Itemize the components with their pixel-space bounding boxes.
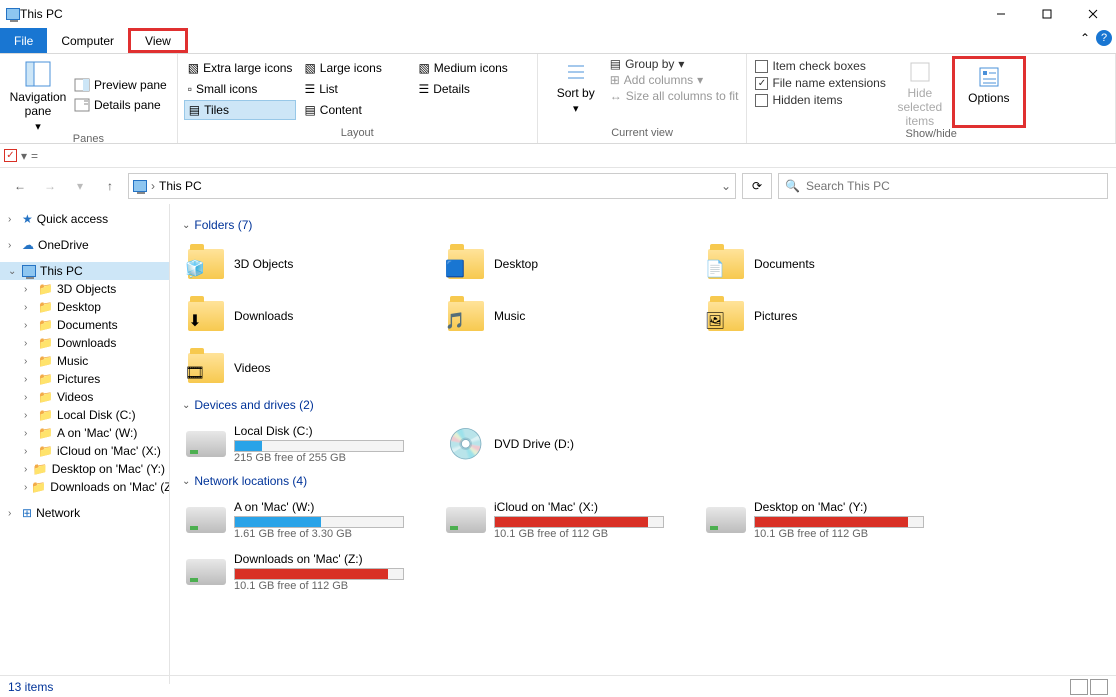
refresh-button[interactable]: ⟳	[742, 173, 772, 199]
folder-tile[interactable]: 🎵Music	[442, 292, 692, 340]
folder-tile[interactable]: ⬇Downloads	[182, 292, 432, 340]
up-button[interactable]: ↑	[98, 174, 122, 198]
forward-button[interactable]: →	[38, 174, 62, 198]
tree-item[interactable]: ›📁Desktop on 'Mac' (Y:)	[0, 460, 169, 478]
search-icon: 🔍	[785, 179, 800, 193]
window-title: This PC	[20, 7, 978, 21]
help-icon[interactable]: ?	[1096, 30, 1112, 46]
folder-tile[interactable]: 🎞Videos	[182, 344, 432, 392]
sort-icon	[564, 60, 588, 84]
tree-onedrive[interactable]: ›☁OneDrive	[0, 236, 169, 254]
drive-tile[interactable]: 💿DVD Drive (D:)	[442, 420, 692, 468]
status-item-count: 13 items	[8, 680, 53, 694]
minimize-button[interactable]	[978, 0, 1024, 28]
tree-item[interactable]: ›📁A on 'Mac' (W:)	[0, 424, 169, 442]
folder-tile[interactable]: 🖼Pictures	[702, 292, 952, 340]
layout-content[interactable]: ▤Content	[300, 100, 410, 120]
tree-item[interactable]: ›📁iCloud on 'Mac' (X:)	[0, 442, 169, 460]
tree-item[interactable]: ›📁Music	[0, 352, 169, 370]
navigation-bar: ← → ▾ ↑ › This PC ⌄ ⟳ 🔍	[0, 168, 1116, 204]
section-folders[interactable]: ⌄Folders (7)	[182, 218, 1104, 232]
folder-tile[interactable]: 🟦Desktop	[442, 240, 692, 288]
drive-tile[interactable]: Downloads on 'Mac' (Z:)10.1 GB free of 1…	[182, 548, 432, 596]
drive-tile[interactable]: iCloud on 'Mac' (X:)10.1 GB free of 112 …	[442, 496, 692, 544]
layout-large[interactable]: ▧Large icons	[300, 58, 410, 78]
tree-item[interactable]: ›📁Pictures	[0, 370, 169, 388]
close-button[interactable]	[1070, 0, 1116, 28]
folder-tile[interactable]: 🧊3D Objects	[182, 240, 432, 288]
content-area: ⌄Folders (7) 🧊3D Objects🟦Desktop📄Documen…	[170, 204, 1116, 684]
drive-tile[interactable]: Desktop on 'Mac' (Y:)10.1 GB free of 112…	[702, 496, 952, 544]
group-panes-label: Panes	[6, 133, 171, 145]
breadcrumb-this-pc[interactable]: This PC	[159, 179, 202, 193]
view-details-button[interactable]	[1070, 679, 1088, 695]
section-network-locations[interactable]: ⌄Network locations (4)	[182, 474, 1104, 488]
details-pane-button[interactable]: Details pane	[70, 96, 171, 114]
tree-this-pc[interactable]: ⌄This PC	[0, 262, 169, 280]
layout-extra-large[interactable]: ▧Extra large icons	[184, 58, 297, 78]
options-icon	[977, 65, 1001, 89]
tab-view[interactable]: View	[128, 28, 188, 53]
address-dropdown-icon[interactable]: ⌄	[721, 179, 731, 193]
group-current-view-label: Current view	[544, 127, 741, 143]
item-checkboxes-toggle[interactable]: Item check boxes	[753, 58, 887, 74]
hidden-items-toggle[interactable]: Hidden items	[753, 92, 887, 108]
tree-item[interactable]: ›📁Downloads	[0, 334, 169, 352]
tree-item[interactable]: ›📁Local Disk (C:)	[0, 406, 169, 424]
tree-item[interactable]: ›📁Downloads on 'Mac' (Z:)	[0, 478, 169, 496]
this-pc-icon	[6, 8, 20, 20]
layout-small[interactable]: ▫Small icons	[184, 79, 297, 99]
quick-access-toolbar: ✓ ▾ =	[0, 144, 1116, 168]
layout-details[interactable]: ☰Details	[414, 79, 524, 99]
tab-file[interactable]: File	[0, 28, 47, 53]
search-box[interactable]: 🔍	[778, 173, 1108, 199]
section-drives[interactable]: ⌄Devices and drives (2)	[182, 398, 1104, 412]
file-extensions-toggle[interactable]: ✓File name extensions	[753, 75, 887, 91]
preview-pane-button[interactable]: Preview pane	[70, 76, 171, 94]
drive-tile[interactable]: Local Disk (C:)215 GB free of 255 GB	[182, 420, 432, 468]
group-by-button[interactable]: ▤Group by ▾	[608, 56, 741, 72]
recent-locations-button[interactable]: ▾	[68, 174, 92, 198]
sort-by-button[interactable]: Sort by▾	[544, 56, 608, 127]
add-columns-button[interactable]: ⊞Add columns ▾	[608, 72, 741, 88]
maximize-button[interactable]	[1024, 0, 1070, 28]
back-button[interactable]: ←	[8, 174, 32, 198]
group-layout-label: Layout	[184, 127, 531, 143]
title-bar: This PC	[0, 0, 1116, 28]
tree-item[interactable]: ›📁Documents	[0, 316, 169, 334]
drive-tile[interactable]: A on 'Mac' (W:)1.61 GB free of 3.30 GB	[182, 496, 432, 544]
qat-dropdown-icon[interactable]: ▾	[21, 149, 27, 163]
address-icon	[133, 180, 147, 192]
layout-medium[interactable]: ▧Medium icons	[414, 58, 524, 78]
ribbon-collapse-icon[interactable]: ⌃	[1080, 31, 1090, 45]
view-large-button[interactable]	[1090, 679, 1108, 695]
tree-item[interactable]: ›📁Videos	[0, 388, 169, 406]
folder-tile[interactable]: 📄Documents	[702, 240, 952, 288]
navigation-pane-button[interactable]: Navigation pane▾	[6, 56, 70, 133]
tree-item[interactable]: ›📁3D Objects	[0, 280, 169, 298]
address-bar[interactable]: › This PC ⌄	[128, 173, 736, 199]
layout-list[interactable]: ☰List	[300, 79, 410, 99]
options-button[interactable]: Options	[957, 61, 1021, 105]
breadcrumb-chevron-icon[interactable]: ›	[151, 179, 155, 193]
size-columns-button[interactable]: ↔Size all columns to fit	[608, 88, 741, 104]
tree-network[interactable]: ›⊞Network	[0, 504, 169, 522]
layout-tiles[interactable]: ▤Tiles	[184, 100, 297, 120]
navigation-pane-icon	[24, 60, 52, 88]
ribbon-tabs: File Computer View	[0, 28, 1116, 54]
hide-selected-button: Hide selected items	[888, 56, 952, 128]
group-show-hide-label: Show/hide	[753, 128, 1109, 143]
ribbon: Navigation pane▾ Preview pane Details pa…	[0, 54, 1116, 144]
search-input[interactable]	[806, 179, 1101, 193]
qat-checkbox-icon[interactable]: ✓	[4, 149, 17, 162]
tree-item[interactable]: ›📁Desktop	[0, 298, 169, 316]
status-bar: 13 items	[0, 675, 1116, 697]
tab-computer[interactable]: Computer	[47, 28, 128, 53]
tree-quick-access[interactable]: ›★Quick access	[0, 210, 169, 228]
navigation-pane: ›★Quick access ›☁OneDrive ⌄This PC ›📁3D …	[0, 204, 170, 684]
